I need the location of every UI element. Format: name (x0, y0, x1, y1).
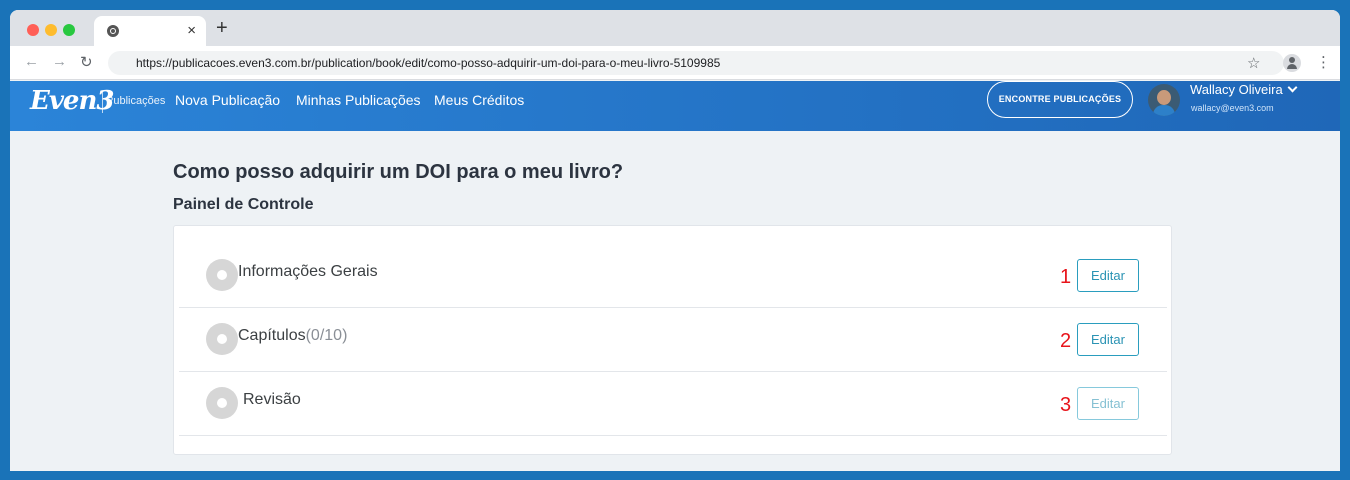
new-tab-button[interactable]: + (216, 18, 228, 38)
minimize-window-button[interactable] (45, 24, 57, 36)
section-title: Painel de Controle (173, 196, 314, 213)
close-tab-icon[interactable]: × (187, 22, 196, 39)
logo-subtitle[interactable]: Publicações (106, 95, 165, 107)
step-label: Capítulos(0/10) (238, 327, 348, 344)
browser-toolbar: ← → ↻ https://publicacoes.even3.com.br/p… (10, 46, 1340, 80)
chrome-favicon-icon (107, 25, 119, 37)
control-panel-card: Informações Gerais 1 Editar Capítulos(0/… (173, 225, 1172, 455)
step-number: 3 (1060, 394, 1072, 416)
step-number: 2 (1060, 330, 1072, 352)
bookmark-star-icon[interactable]: ☆ (1247, 54, 1260, 72)
nav-minhas-publicacoes[interactable]: Minhas Publicações (296, 92, 421, 108)
browser-window: × + ← → ↻ https://publicacoes.even3.com.… (10, 10, 1340, 471)
close-window-button[interactable] (27, 24, 39, 36)
step-label: Revisão (243, 391, 301, 408)
page-title: Como posso adquirir um DOI para o meu li… (173, 161, 624, 183)
status-circle-icon (206, 387, 238, 419)
step-number: 1 (1060, 266, 1072, 288)
forward-arrow-icon[interactable]: → (52, 53, 67, 70)
site-header: Even3 Publicações Nova Publicação Minhas… (10, 81, 1340, 131)
user-menu[interactable]: Wallacy Oliveira (1190, 82, 1298, 97)
edit-button[interactable]: Editar (1077, 323, 1139, 356)
status-circle-icon (206, 323, 238, 355)
nav-nova-publicacao[interactable]: Nova Publicação (175, 92, 280, 108)
nav-meus-creditos[interactable]: Meus Créditos (434, 92, 524, 108)
reload-icon[interactable]: ↻ (80, 53, 93, 71)
step-row: Informações Gerais 1 Editar (179, 244, 1167, 308)
tab-strip: × + (10, 10, 1340, 46)
back-arrow-icon[interactable]: ← (24, 53, 39, 70)
even3-logo[interactable]: Even3 (30, 86, 114, 116)
logo-divider (102, 91, 103, 113)
maximize-window-button[interactable] (63, 24, 75, 36)
step-row: Capítulos(0/10) 2 Editar (179, 308, 1167, 372)
step-row: Revisão 3 Editar (179, 372, 1167, 436)
chevron-down-icon[interactable] (1287, 82, 1298, 93)
status-circle-icon (206, 259, 238, 291)
user-email: wallacy@even3.com (1191, 103, 1274, 113)
browser-menu-icon[interactable]: ⋮ (1316, 53, 1331, 71)
find-publications-button[interactable]: ENCONTRE PUBLICAÇÕES (987, 81, 1133, 118)
step-label: Informações Gerais (238, 263, 378, 280)
step-count: (0/10) (305, 327, 348, 344)
edit-button[interactable]: Editar (1077, 259, 1139, 292)
avatar[interactable] (1148, 84, 1180, 116)
address-bar[interactable]: https://publicacoes.even3.com.br/publica… (108, 51, 1284, 75)
user-name[interactable]: Wallacy Oliveira (1190, 82, 1283, 97)
url-text[interactable]: https://publicacoes.even3.com.br/publica… (136, 56, 720, 70)
browser-tab[interactable]: × (94, 16, 206, 46)
profile-icon[interactable] (1283, 54, 1301, 72)
edit-button-disabled[interactable]: Editar (1077, 387, 1139, 420)
